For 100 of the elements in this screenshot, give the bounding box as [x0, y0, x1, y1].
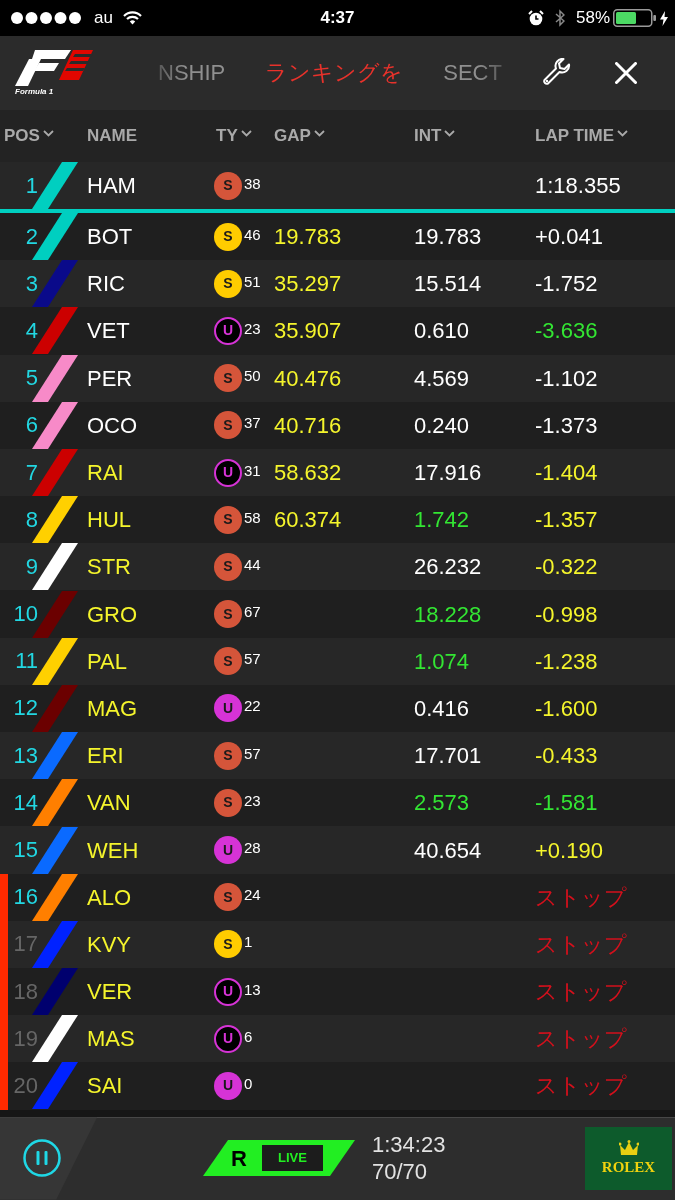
alarm-clock-icon [527, 10, 544, 26]
position-number: 20 [13, 1072, 38, 1099]
lap-time-value: -0.998 [535, 600, 598, 629]
position-number: 2 [25, 223, 38, 250]
tyre-laps: 67 [244, 603, 261, 621]
race-elapsed-time: 1:34:23 [372, 1131, 446, 1159]
position-number: 11 [15, 648, 38, 675]
gap-value: 60.374 [274, 506, 342, 535]
wrench-icon [542, 58, 572, 88]
position-number: 6 [25, 412, 38, 439]
interval-value: 18.228 [414, 600, 482, 629]
position-number: 4 [25, 317, 38, 344]
driver-name: MAS [87, 1025, 135, 1054]
interval-value: 17.916 [414, 459, 482, 487]
tab[interactable]: ランキングを [265, 58, 404, 88]
battery-percentage: 58% [575, 7, 610, 30]
interval-value: 1.074 [414, 647, 470, 676]
lap-time-value: +0.190 [535, 836, 603, 865]
gap-value: 58.632 [274, 459, 342, 487]
driver-name: RIC [87, 270, 125, 299]
lap-time-value: +0.041 [535, 223, 603, 252]
tyre-compound: U [214, 458, 242, 487]
close-button[interactable] [613, 60, 639, 86]
tyre-compound: U [214, 1071, 242, 1100]
tyre-compound: S [214, 788, 242, 817]
tyre-compound: S [214, 552, 242, 581]
tyre-compound: S [214, 269, 242, 298]
tyre-laps: 38 [244, 174, 261, 192]
tyre-compound: S [214, 930, 242, 959]
pause-button[interactable] [23, 1139, 61, 1178]
driver-name: HUL [87, 506, 131, 535]
column-header[interactable]: TY [216, 123, 252, 149]
interval-value: 0.240 [414, 411, 470, 440]
interval-value: 0.610 [414, 317, 470, 346]
lap-time-value: -1.581 [535, 789, 598, 818]
driver-name: HAM [87, 172, 136, 201]
interval-value: 15.514 [414, 270, 482, 299]
driver-name: ERI [87, 742, 124, 771]
lap-time-value: ストップ [535, 978, 627, 1007]
gap-value: 19.783 [274, 223, 342, 252]
position-number: 7 [25, 459, 38, 486]
position-number: 3 [25, 270, 38, 297]
tyre-compound: U [214, 836, 242, 864]
driver-name: STR [87, 553, 131, 582]
tyre-compound: U [214, 1024, 242, 1053]
lap-time-value: ストップ [535, 883, 627, 912]
tyre-compound: S [214, 600, 242, 629]
tyre-laps: 6 [244, 1027, 253, 1045]
position-number: 17 [13, 931, 38, 958]
tyre-laps: 22 [244, 697, 261, 715]
tab[interactable]: NSHIP [158, 58, 226, 88]
interval-value: 4.569 [414, 364, 470, 393]
tyre-laps: 57 [244, 650, 261, 668]
signal-strength-icon [11, 12, 81, 24]
lap-time-value: ストップ [535, 1025, 627, 1054]
interval-value: 40.654 [414, 836, 482, 865]
gap-value: 40.476 [274, 364, 342, 393]
lap-time-value: -0.433 [535, 742, 598, 771]
driver-name: VAN [87, 789, 131, 818]
tyre-compound: S [214, 222, 242, 251]
tyre-compound: S [214, 171, 242, 200]
pause-icon [23, 1139, 61, 1178]
sponsor-name: ROLEX [601, 1159, 656, 1177]
interval-value: 26.232 [414, 553, 482, 582]
lap-time-value: ストップ [535, 1072, 627, 1101]
tyre-compound: U [214, 316, 242, 345]
column-header[interactable]: LAP TIME [535, 123, 629, 149]
tyre-compound: U [214, 977, 242, 1006]
driver-name: MAG [87, 694, 138, 723]
driver-name: ALO [87, 883, 132, 912]
driver-name: KVY [87, 930, 132, 959]
bluetooth-icon [554, 9, 565, 27]
gap-value: 35.297 [274, 270, 342, 299]
column-header[interactable]: POS [4, 123, 54, 149]
driver-name: PER [87, 364, 133, 393]
tyre-compound: S [214, 741, 242, 770]
tyre-laps: 46 [244, 225, 261, 243]
position-number: 9 [25, 553, 38, 580]
lap-time-value: -1.373 [535, 411, 598, 440]
position-number: 14 [13, 789, 38, 816]
lap-time-value: ストップ [535, 930, 627, 959]
position-number: 1 [25, 172, 38, 199]
column-header[interactable]: GAP [274, 123, 325, 149]
position-number: 19 [13, 1025, 38, 1052]
tyre-compound: S [214, 505, 242, 534]
column-header[interactable]: INT [414, 123, 456, 149]
tyre-laps: 1 [244, 933, 253, 951]
carrier-name: au [94, 7, 113, 30]
interval-value: 17.701 [414, 742, 482, 771]
driver-name: VER [87, 978, 133, 1007]
lap-time-value: -1.102 [535, 364, 598, 393]
lap-time-value: -1.752 [535, 270, 598, 299]
lap-time-value: -1.357 [535, 506, 598, 535]
interval-value: 2.573 [414, 789, 470, 818]
interval-value: 19.783 [414, 223, 482, 252]
lap-time-value: -1.600 [535, 694, 598, 723]
tab[interactable]: SECT [443, 58, 502, 88]
clock-time: 4:37 [320, 7, 355, 30]
column-header: NAME [87, 125, 138, 148]
lightning-bolt-icon [660, 10, 668, 26]
